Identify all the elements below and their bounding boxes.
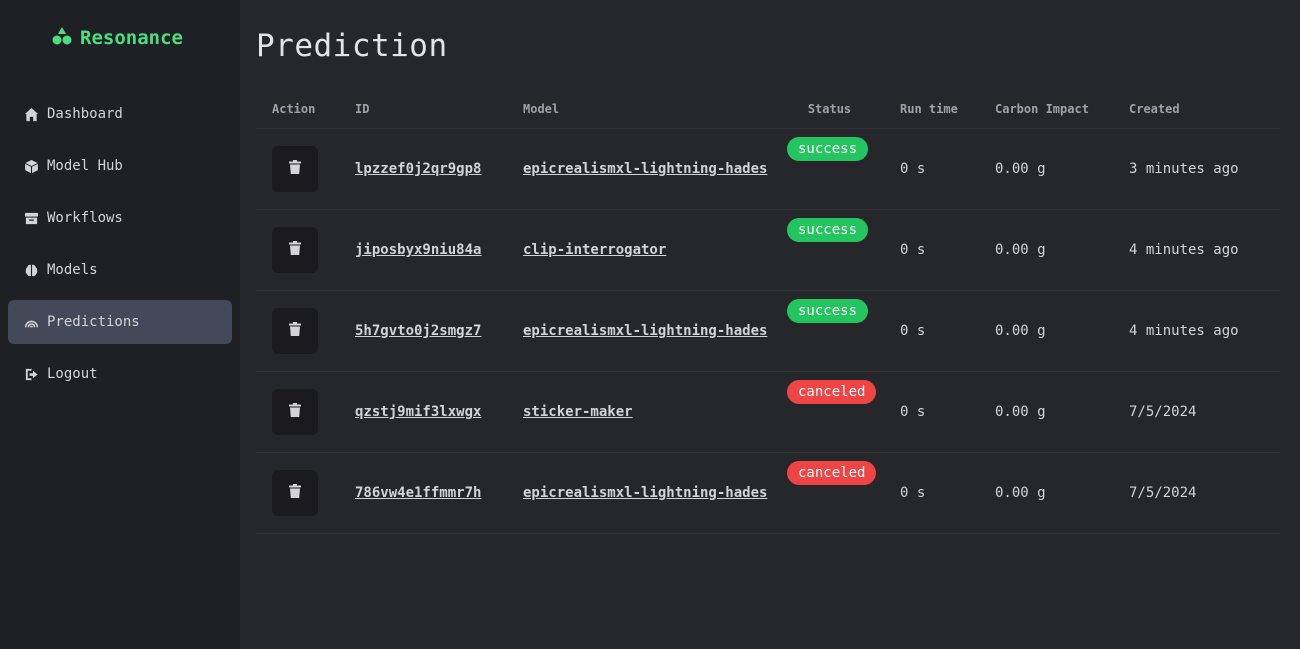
status-badge: success <box>787 137 869 161</box>
brain-icon <box>23 262 39 278</box>
table-row: 5h7gvto0j2smgz7 epicrealismxl-lightning-… <box>256 290 1280 372</box>
created-cell: 7/5/2024 <box>1113 371 1280 453</box>
created-cell: 4 minutes ago <box>1113 209 1280 291</box>
carbon-cell: 0.00 g <box>979 371 1113 453</box>
brand-name: Resonance <box>80 27 183 49</box>
model-link[interactable]: epicrealismxl-lightning-hades <box>523 161 767 177</box>
model-link[interactable]: epicrealismxl-lightning-hades <box>523 323 767 339</box>
model-link[interactable]: clip-interrogator <box>523 242 666 258</box>
delete-button[interactable] <box>272 146 318 192</box>
sidebar-item-label: Models <box>47 262 98 278</box>
delete-button[interactable] <box>272 389 318 435</box>
created-cell: 4 minutes ago <box>1113 290 1280 372</box>
header-status: Status <box>775 90 884 129</box>
table-row: jiposbyx9niu84a clip-interrogator succes… <box>256 209 1280 291</box>
prediction-id-link[interactable]: 786vw4e1ffmmr7h <box>355 485 481 501</box>
trash-icon <box>289 484 301 502</box>
home-icon <box>23 106 39 122</box>
brand-logo[interactable]: Resonance <box>52 26 183 50</box>
status-badge: success <box>787 218 869 242</box>
table-row: lpzzef0j2qr9gp8 epicrealismxl-lightning-… <box>256 128 1280 210</box>
rainbow-icon <box>23 314 39 330</box>
sidebar-item-label: Dashboard <box>47 106 123 122</box>
model-link[interactable]: epicrealismxl-lightning-hades <box>523 485 767 501</box>
table-row: qzstj9mif3lxwgx sticker-maker canceled 0… <box>256 371 1280 453</box>
created-cell: 3 minutes ago <box>1113 128 1280 210</box>
prediction-id-link[interactable]: 5h7gvto0j2smgz7 <box>355 323 481 339</box>
table-header-row: Action ID Model Status Run time Carbon I… <box>256 90 1280 129</box>
sidebar-item-label: Workflows <box>47 210 123 226</box>
sidebar-item-label: Model Hub <box>47 158 123 174</box>
trash-icon <box>289 322 301 340</box>
header-action: Action <box>256 90 339 129</box>
sidebar-item-label: Logout <box>47 366 98 382</box>
created-cell: 7/5/2024 <box>1113 452 1280 534</box>
carbon-cell: 0.00 g <box>979 290 1113 372</box>
sidebar-item-logout[interactable]: Logout <box>8 352 232 396</box>
trash-icon <box>289 403 301 421</box>
runtime-cell: 0 s <box>884 128 979 210</box>
sidebar-item-predictions[interactable]: Predictions <box>8 300 232 344</box>
prediction-id-link[interactable]: jiposbyx9niu84a <box>355 242 481 258</box>
sidebar-nav: Dashboard Model Hub Workflows Models Pre… <box>8 92 232 404</box>
carbon-cell: 0.00 g <box>979 209 1113 291</box>
delete-button[interactable] <box>272 308 318 354</box>
sidebar-item-dashboard[interactable]: Dashboard <box>8 92 232 136</box>
prediction-id-link[interactable]: qzstj9mif3lxwgx <box>355 404 481 420</box>
cube-icon <box>23 158 39 174</box>
delete-button[interactable] <box>272 470 318 516</box>
prediction-id-link[interactable]: lpzzef0j2qr9gp8 <box>355 161 481 177</box>
runtime-cell: 0 s <box>884 371 979 453</box>
header-created: Created <box>1113 90 1280 129</box>
header-id: ID <box>339 90 507 129</box>
status-badge: success <box>787 299 869 323</box>
sidebar-item-model-hub[interactable]: Model Hub <box>8 144 232 188</box>
archive-icon <box>23 210 39 226</box>
trash-icon <box>289 241 301 259</box>
page-title: Prediction <box>256 28 448 64</box>
predictions-table: Action ID Model Status Run time Carbon I… <box>256 90 1280 534</box>
runtime-cell: 0 s <box>884 209 979 291</box>
header-model: Model <box>507 90 775 129</box>
sidebar-item-models[interactable]: Models <box>8 248 232 292</box>
runtime-cell: 0 s <box>884 290 979 372</box>
logo-icon <box>52 26 72 51</box>
header-runtime: Run time <box>884 90 979 129</box>
status-badge: canceled <box>787 461 877 485</box>
trash-icon <box>289 160 301 178</box>
sidebar-item-workflows[interactable]: Workflows <box>8 196 232 240</box>
carbon-cell: 0.00 g <box>979 452 1113 534</box>
status-badge: canceled <box>787 380 877 404</box>
sidebar: Resonance Dashboard Model Hub Workflows … <box>0 0 240 649</box>
table-row: 786vw4e1ffmmr7h epicrealismxl-lightning-… <box>256 452 1280 534</box>
runtime-cell: 0 s <box>884 452 979 534</box>
model-link[interactable]: sticker-maker <box>523 404 633 420</box>
sidebar-item-label: Predictions <box>47 314 140 330</box>
header-carbon: Carbon Impact <box>979 90 1113 129</box>
logout-icon <box>23 366 39 382</box>
delete-button[interactable] <box>272 227 318 273</box>
carbon-cell: 0.00 g <box>979 128 1113 210</box>
